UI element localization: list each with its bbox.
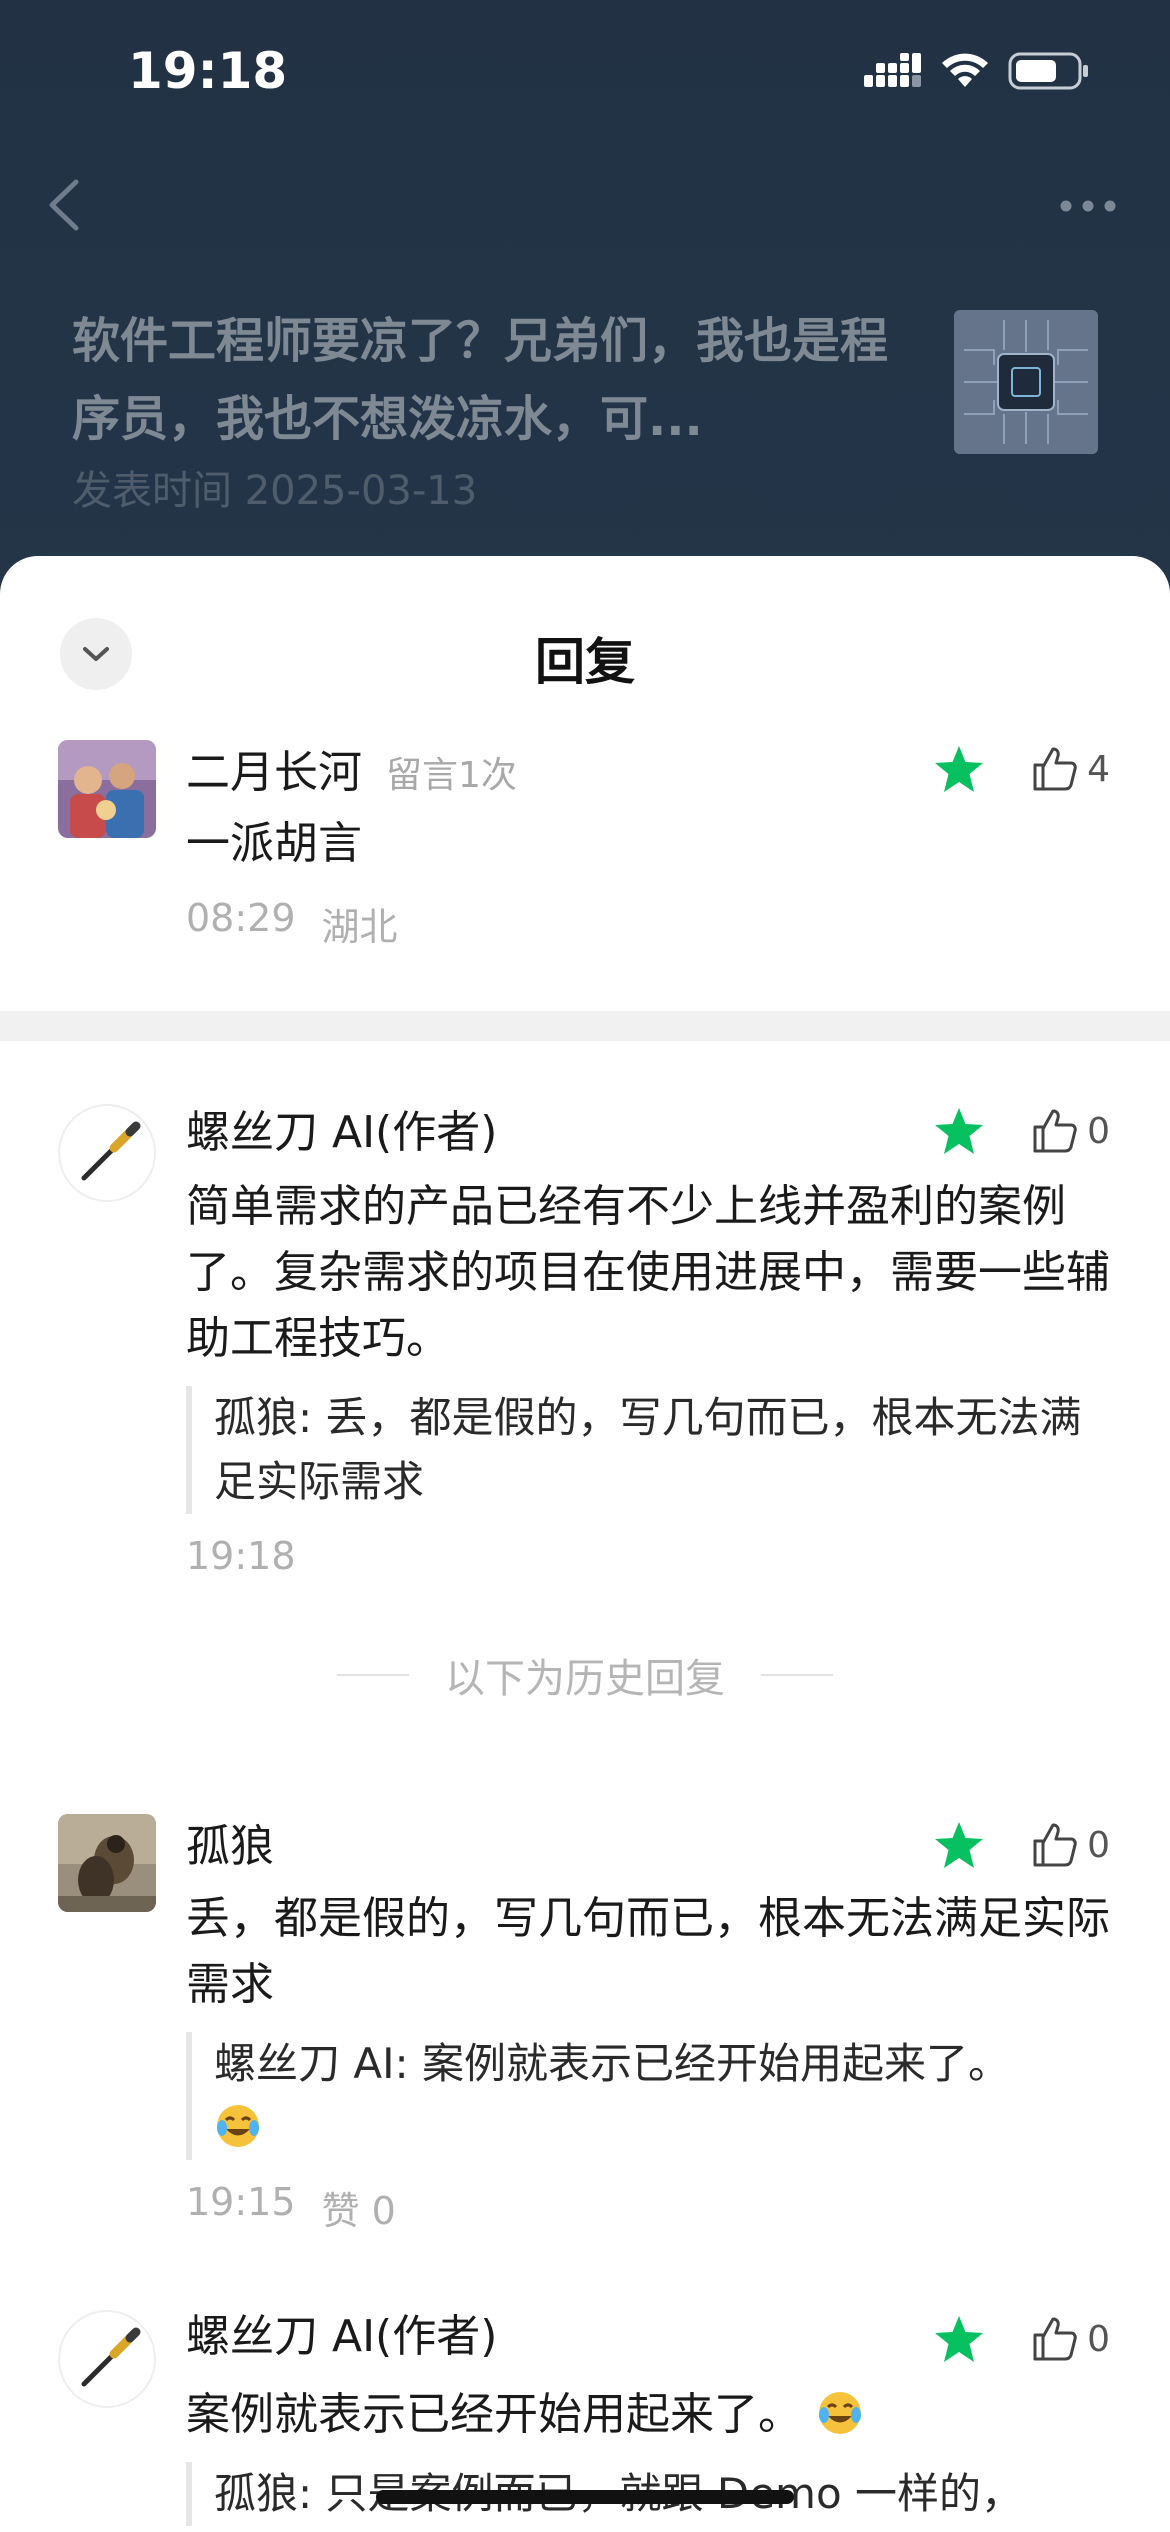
like-count: 0 (1087, 1824, 1110, 1866)
comment-meta: 08:29 湖北 (186, 896, 398, 951)
divider-line (337, 1674, 409, 1676)
comment-time: 08:29 (186, 896, 296, 940)
back-icon[interactable] (42, 170, 90, 240)
like-button[interactable]: 4 (1031, 745, 1110, 793)
comment-author[interactable]: 孤狼 (186, 1810, 274, 1874)
comment-author[interactable]: 螺丝刀 AI(作者) (186, 2300, 497, 2364)
tears-of-joy-emoji-icon (217, 2105, 259, 2147)
comment-text: 案例就表示已经开始用起来了。 (186, 2382, 1116, 2448)
avatar[interactable] (58, 2310, 156, 2408)
article-title[interactable]: 软件工程师要凉了？兄弟们，我也是程序员，我也不想泼凉水，可... (72, 302, 892, 458)
home-indicator[interactable] (376, 2490, 794, 2504)
status-bar: 19:18 (0, 0, 1170, 160)
comment-location: 湖北 (321, 905, 398, 949)
thumbs-up-icon (1033, 747, 1077, 791)
avatar[interactable] (58, 740, 156, 838)
comment-author[interactable]: 二月长河 (186, 736, 362, 800)
divider-line (761, 1674, 833, 1676)
avatar-photo (58, 740, 156, 838)
comment-actions: 4 (933, 744, 1110, 794)
like-button[interactable]: 0 (1031, 1821, 1110, 1869)
avatar[interactable] (58, 1104, 156, 1202)
comment-actions: 0 (933, 1106, 1110, 1156)
comment-header: 螺丝刀 AI(作者) (186, 2300, 497, 2364)
sheet-title: 回复 (535, 633, 635, 691)
quoted-reply: 孤狼: 丢，都是假的，写几句而已，根本无法满足实际需求 (186, 1386, 1114, 1514)
comment-text: 简单需求的产品已经有不少上线并盈利的案例了。复杂需求的项目在使用进展中，需要一些… (186, 1181, 1110, 1364)
like-count: 4 (1087, 748, 1110, 790)
reply-sheet: 回复 二月长河 留言1次 4 一派胡言 08:29 湖北 螺丝刀 AI(作者) … (0, 556, 1170, 2532)
wifi-icon (942, 53, 988, 87)
comment-actions: 0 (933, 1820, 1110, 1870)
comment-actions: 0 (933, 2314, 1110, 2364)
status-icons (864, 52, 1090, 90)
comment-header: 二月长河 留言1次 (186, 736, 517, 800)
more-icon[interactable] (1058, 196, 1118, 216)
like-count: 0 (1087, 2318, 1110, 2360)
sheet-header: 回复 (0, 556, 1170, 696)
comment-time: 19:18 (186, 1534, 296, 1578)
comment-header: 螺丝刀 AI(作者) (186, 1096, 497, 1160)
avatar[interactable] (58, 1814, 156, 1912)
like-button[interactable]: 0 (1031, 2315, 1110, 2363)
chip-illustration-icon (954, 310, 1098, 454)
star-icon[interactable] (933, 2314, 985, 2364)
tears-of-joy-emoji-icon (819, 2392, 861, 2434)
comment-text: 丢，都是假的，写几句而已，根本无法满足实际需求 (186, 1893, 1110, 2010)
article-thumbnail[interactable] (954, 310, 1098, 454)
comment-text-content: 案例就表示已经开始用起来了。 (186, 2389, 802, 2440)
like-count: 0 (1087, 1110, 1110, 1152)
screwdriver-icon (81, 2327, 141, 2387)
section-divider (0, 1011, 1170, 1041)
star-icon[interactable] (933, 1820, 985, 1870)
comment-author[interactable]: 螺丝刀 AI(作者) (186, 1096, 497, 1160)
quoted-reply-text: 螺丝刀 AI: 案例就表示已经开始用起来了。 (214, 2039, 1010, 2088)
screwdriver-icon (81, 1121, 141, 1181)
like-button[interactable]: 0 (1031, 1107, 1110, 1155)
comment-like-label: 赞 0 (321, 2189, 396, 2233)
battery-icon (1008, 52, 1088, 90)
thumbs-up-icon (1033, 1109, 1077, 1153)
comment-header: 孤狼 (186, 1810, 274, 1874)
history-divider: 以下为历史回复 (0, 1646, 1170, 1704)
comment-text: 一派胡言 (186, 818, 362, 869)
thumbs-up-icon (1033, 1823, 1077, 1867)
comment-time: 19:15 (186, 2180, 296, 2224)
star-icon[interactable] (933, 1106, 985, 1156)
status-time: 19:18 (128, 42, 288, 100)
history-divider-label: 以下为历史回复 (445, 1656, 725, 1702)
comment-meta: 19:18 (186, 1534, 296, 1578)
article-publish-time: 发表时间 2025-03-13 (72, 468, 478, 514)
thumbs-up-icon (1033, 2317, 1077, 2361)
star-icon[interactable] (933, 744, 985, 794)
comment-count: 留言1次 (386, 755, 517, 796)
cellular-signal-icon (864, 53, 921, 87)
avatar-photo (58, 1814, 156, 1912)
quoted-reply: 螺丝刀 AI: 案例就表示已经开始用起来了。 (186, 2032, 1114, 2160)
comment-meta: 19:15 赞 0 (186, 2180, 396, 2235)
